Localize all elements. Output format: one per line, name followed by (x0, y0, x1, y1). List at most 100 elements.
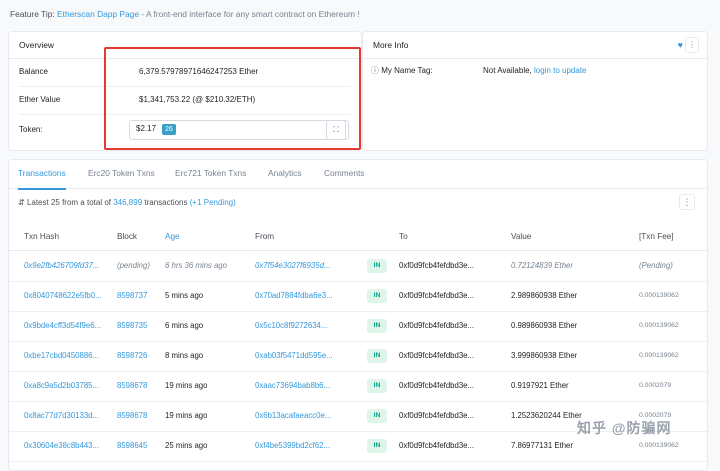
from-address-link[interactable]: 0xab03f5471dd595e... (255, 341, 333, 371)
in-badge: IN (367, 349, 387, 363)
from-address-link[interactable]: 0xaac73694bab8b6... (255, 371, 330, 401)
from-address-link[interactable]: 0x70ad7884fdba6e3... (255, 281, 333, 311)
to-address: 0xf0d9fcb4fefdbd3e... (399, 441, 474, 450)
txn-hash-link[interactable]: 0xbe17cbd0450886... (24, 341, 99, 371)
in-badge: IN (367, 259, 387, 273)
overview-title: Overview (9, 32, 361, 59)
txn-fee-pending: (Pending) (639, 261, 673, 270)
age-text: 6 mins ago (165, 321, 204, 330)
more-info-card: More Info ♥ ⋮ ⓘ My Name Tag: Not Availab… (362, 31, 708, 151)
block-link[interactable]: 8598737 (117, 281, 147, 311)
ether-value: $1,341,753.22 (@ $210.32/ETH) (139, 95, 256, 104)
col-from: From (255, 232, 275, 241)
value-text: 7.86977131 Ether (511, 441, 573, 450)
col-age[interactable]: Age (165, 224, 180, 250)
name-tag-row: ⓘ My Name Tag: (371, 62, 433, 80)
value-text: 1.2523620244 Ether (511, 411, 582, 420)
sort-icon: ⇵ (18, 198, 25, 207)
txn-hash-link[interactable]: 0x8040748622e5fb0... (24, 281, 102, 311)
to-address: 0xf0d9fcb4fefdbd3e... (399, 321, 474, 330)
table-row: 0xa8c9a5d2b03785... 8598678 19 mins ago 0xa… (9, 371, 707, 402)
help-icon: ⓘ (371, 66, 379, 75)
value-text: 0.9197921 Ether (511, 381, 569, 390)
more-info-title: More Info (363, 32, 707, 59)
col-value: Value (511, 232, 532, 241)
txn-hash-link[interactable]: 0xa8c9a5d2b03785... (24, 371, 99, 401)
txn-fee-text: 0.000139062 (639, 322, 679, 329)
summary-prefix: Latest 25 from a total of (26, 198, 114, 207)
more-options-icon[interactable]: ⋮ (685, 37, 699, 53)
in-badge: IN (367, 439, 387, 453)
token-value: $2.17 (136, 124, 157, 133)
watermark: 知乎 @防骗网 (577, 418, 672, 438)
dapp-page-link[interactable]: Etherscan Dapp Page (57, 9, 139, 19)
block-pending: (pending) (117, 261, 150, 270)
summary-middle: transactions (142, 198, 190, 207)
pending-link[interactable]: (+1 Pending) (190, 198, 236, 207)
token-dropdown[interactable]: $2.17 26 ⌄ (129, 120, 349, 140)
tab-transactions[interactable]: Transactions (18, 160, 66, 190)
tab-erc721[interactable]: Erc721 Token Txns (175, 160, 246, 188)
col-txn-hash: Txn Hash (24, 232, 60, 241)
table-row: 0x9e2fb426709fd37... (pending) 6 hrs 36 mi… (9, 251, 707, 282)
in-badge: IN (367, 289, 387, 303)
txn-hash-link[interactable]: 0x30604e38c8b443... (24, 431, 99, 461)
from-address-link[interactable]: 0x5c10c8f9272634... (255, 311, 327, 341)
col-block: Block (117, 232, 138, 241)
table-row: 0x8040748622e5fb0... 8598737 5 mins ago 0x7… (9, 281, 707, 312)
txn-hash-link[interactable]: 0x8ac77d7d30133d... (24, 401, 99, 431)
balance-label: Balance (19, 67, 48, 76)
table-row: 0xbe17cbd0450886... 8598726 8 mins ago 0xab… (9, 341, 707, 372)
block-link[interactable]: 8598735 (117, 311, 147, 341)
watermark-text: 知乎 @防骗网 (577, 420, 672, 436)
in-badge: IN (367, 409, 387, 423)
more-options-icon[interactable]: ⋮ (679, 194, 695, 210)
tab-bar: Transactions Erc20 Token Txns Erc721 Tok… (9, 160, 707, 190)
tab-comments[interactable]: Comments (324, 160, 365, 188)
name-tag-value: Not Available, (483, 66, 532, 75)
feature-tip-prefix: Feature Tip: (10, 9, 55, 19)
in-badge: IN (367, 319, 387, 333)
to-address: 0xf0d9fcb4fefdbd3e... (399, 351, 474, 360)
tab-analytics[interactable]: Analytics (268, 160, 302, 188)
ether-value-row: Ether Value $1,341,753.22 (@ $210.32/ETH… (19, 86, 351, 114)
login-link[interactable]: login to update (534, 66, 587, 75)
token-count-badge: 26 (162, 124, 176, 135)
in-badge: IN (367, 379, 387, 393)
block-link[interactable]: 8598645 (117, 431, 147, 461)
to-address: 0xf0d9fcb4fefdbd3e... (399, 261, 474, 270)
block-link[interactable]: 8598678 (117, 371, 147, 401)
to-address: 0xf0d9fcb4fefdbd3e... (399, 381, 474, 390)
block-link[interactable]: 8598678 (117, 401, 147, 431)
txn-summary: ⇵ Latest 25 from a total of 346,899 tran… (18, 198, 236, 207)
value-text: 0.989860938 Ether (511, 321, 578, 330)
col-to: To (399, 232, 408, 241)
to-address: 0xf0d9fcb4fefdbd3e... (399, 291, 474, 300)
feature-tip-text: - A front-end interface for any smart co… (138, 9, 360, 19)
expand-icon[interactable]: ⛶ (326, 120, 346, 140)
txn-hash-link[interactable]: 0x9e2fb426709fd37... (24, 251, 99, 281)
table-row: 0x9bde4cff3d54f9e6... 8598735 6 mins ago 0x… (9, 311, 707, 342)
txn-hash-link[interactable]: 0x9bde4cff3d54f9e6... (24, 311, 101, 341)
col-txn-fee: [Txn Fee] (639, 232, 674, 241)
age-text: 6 hrs 36 mins ago (165, 261, 227, 270)
feature-tip: Feature Tip: Etherscan Dapp Page - A fro… (10, 9, 360, 19)
txn-fee-text: 0.0002079 (639, 382, 672, 389)
name-tag-label: My Name Tag: (381, 66, 433, 75)
from-address-link[interactable]: 0x6b13acafaeacc0e... (255, 401, 331, 431)
block-link[interactable]: 8598726 (117, 341, 147, 371)
age-text: 25 mins ago (165, 441, 208, 450)
table-header: Txn Hash Block Age From To Value [Txn Fe… (9, 224, 707, 251)
ether-value-label: Ether Value (19, 95, 61, 104)
balance-row: Balance 6,379.57978971646247253 Ether (19, 58, 351, 86)
txn-fee-text: 0.000139062 (639, 292, 679, 299)
heart-icon[interactable]: ♥ (678, 40, 683, 50)
token-label: Token: (19, 125, 43, 134)
value-text: 0.72124839 Ether (511, 261, 573, 270)
from-address-link[interactable]: 0xf4be5399bd2cf62... (255, 431, 330, 461)
divider (19, 114, 351, 115)
from-address-link[interactable]: 0x7f54e3027f6935d... (255, 251, 330, 281)
tab-erc20[interactable]: Erc20 Token Txns (88, 160, 155, 188)
total-txns-link[interactable]: 346,899 (113, 198, 142, 207)
txn-fee-text: 0.000139062 (639, 352, 679, 359)
